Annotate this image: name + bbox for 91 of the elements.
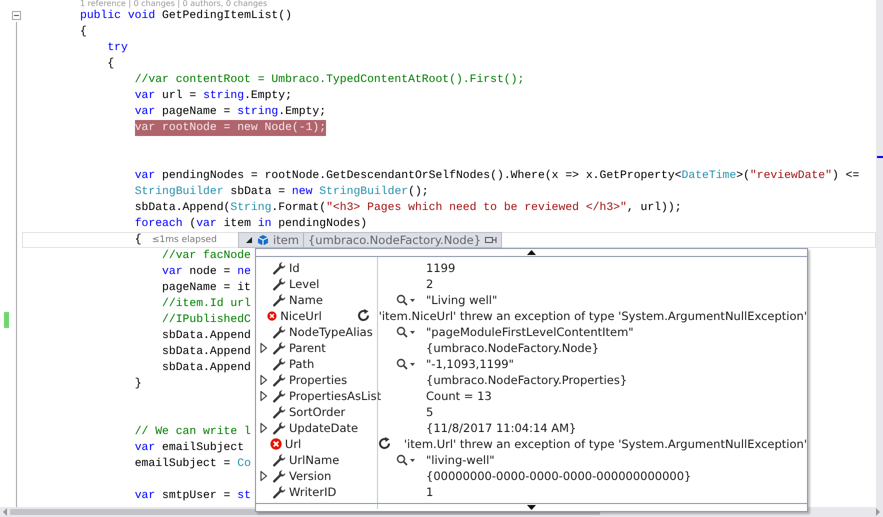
property-value: 1: [426, 485, 434, 499]
wrench-icon: [272, 293, 286, 307]
magnifier-dropdown-icon[interactable]: [396, 326, 415, 338]
property-name: WriterID: [289, 485, 338, 499]
property-name: SortOrder: [289, 405, 346, 419]
magnifier-dropdown-icon[interactable]: [396, 358, 415, 370]
property-value: "pageModuleFirstLevelContentItem": [426, 325, 634, 339]
property-value: "Living well": [426, 293, 498, 307]
code-line: sbData.Append(String.Format("<h3> Pages which need to be reviewed </h3>", url));: [134, 200, 682, 216]
property-name: Parent: [289, 341, 327, 355]
property-name: PropertiesAsList: [289, 389, 382, 403]
code-line: var pendingNodes = rootNode.GetDescendantOrSelfNodes().Where(x => x.GetProperty<DateTime>("reviewDate") <=: [134, 168, 860, 184]
vertical-scrollbar[interactable]: [876, 0, 883, 507]
collapse-toggle[interactable]: [12, 11, 21, 20]
code-line: public void GetPedingItemList(): [80, 8, 292, 24]
error-icon: [267, 309, 278, 323]
code-line: foreach (var item in pendingNodes): [134, 216, 368, 232]
property-value: {umbraco.NodeFactory.Properties}: [426, 373, 628, 387]
code-line: var emailSubject: [134, 440, 244, 456]
code-line: }: [134, 376, 142, 392]
expand-icon[interactable]: [260, 343, 268, 353]
property-name: Id: [289, 261, 301, 275]
wrench-icon: [272, 357, 286, 371]
wrench-icon: [272, 341, 286, 355]
expand-icon[interactable]: [260, 471, 268, 481]
property-name: Properties: [289, 373, 348, 387]
property-value: {11/8/2017 11:04:14 AM}: [426, 421, 576, 435]
magnifier-dropdown-icon[interactable]: [396, 454, 415, 466]
pin-icon[interactable]: [485, 235, 498, 245]
wrench-icon: [272, 421, 286, 435]
error-icon: [270, 437, 282, 451]
wrench-icon: [272, 405, 286, 419]
property-name: Version: [289, 469, 332, 483]
wrench-icon: [272, 389, 286, 403]
code-line: sbData.Append: [162, 328, 251, 344]
property-value: "-1,1093,1199": [426, 357, 514, 371]
code-line: StringBuilder sbData = new StringBuilder();: [134, 184, 429, 200]
property-value: 'item.NiceUrl' threw an exception of type 'System.ArgumentNullException': [378, 309, 807, 323]
code-line: var url = string.Empty;: [134, 88, 292, 104]
codelens-info[interactable]: 1 reference | 0 changes | 0 authors, 0 changes: [0, 0, 876, 8]
code-line: {: [107, 56, 114, 72]
property-name: UrlName: [289, 453, 340, 467]
perf-tip[interactable]: ≤1ms elapsed: [152, 233, 217, 247]
property-name: NodeTypeAlias: [289, 325, 374, 339]
code-line: // We can write l: [134, 424, 251, 440]
scroll-up-icon[interactable]: [527, 250, 536, 255]
code-line: emailSubject = Co: [134, 456, 251, 472]
property-name: Name: [289, 293, 324, 307]
property-value: {00000000-0000-0000-0000-000000000000}: [426, 469, 692, 483]
refresh-icon[interactable]: [357, 309, 372, 323]
property-value: 5: [426, 405, 434, 419]
magnifier-dropdown-icon[interactable]: [396, 294, 415, 306]
collapse-icon[interactable]: [245, 236, 253, 244]
property-name: Level: [289, 277, 320, 291]
property-value: 2: [426, 277, 434, 291]
expand-icon[interactable]: [260, 391, 268, 401]
code-line: var smtpUser = st: [134, 489, 251, 504]
wrench-icon: [272, 261, 286, 275]
wrench-icon: [272, 453, 286, 467]
property-name: Path: [289, 357, 316, 371]
property-value: "living-well": [426, 453, 495, 467]
expand-icon[interactable]: [260, 375, 268, 385]
property-value: 1199: [426, 261, 456, 275]
code-line: {: [134, 232, 142, 248]
property-value: {umbraco.NodeFactory.Node}: [426, 341, 600, 355]
code-line: try: [107, 41, 128, 56]
code-line: var pageName = string.Empty;: [134, 104, 326, 120]
wrench-icon: [272, 373, 286, 387]
code-line: sbData.Append: [162, 360, 251, 376]
expand-icon[interactable]: [260, 423, 268, 433]
code-line: //item.Id url: [162, 296, 251, 312]
object-cube-icon: [257, 234, 269, 246]
code-line: //IPublishedC: [162, 312, 251, 328]
wrench-icon: [272, 469, 286, 483]
property-value: 'item.Url' threw an exception of type 'System.ArgumentNullException': [404, 437, 807, 451]
wrench-icon: [272, 485, 286, 499]
wrench-icon: [272, 325, 286, 339]
property-value: Count = 13: [426, 389, 492, 403]
expression-value: {umbraco.NodeFactory.Node}: [308, 233, 482, 247]
code-line: {: [80, 24, 87, 40]
expression-name: item: [273, 233, 299, 247]
wrench-icon: [272, 277, 286, 291]
code-line: //var facNode: [162, 248, 251, 264]
code-line: pageName = it: [162, 280, 251, 296]
code-line: var node = ne: [162, 264, 251, 280]
property-name: UpdateDate: [289, 421, 360, 435]
property-name: NiceUrl: [280, 309, 323, 323]
refresh-icon[interactable]: [378, 437, 392, 451]
code-line: //var contentRoot = Umbraco.TypedContentAtRoot().First();: [134, 72, 524, 88]
code-line: sbData.Append: [162, 344, 251, 360]
property-name: Url: [284, 437, 302, 451]
